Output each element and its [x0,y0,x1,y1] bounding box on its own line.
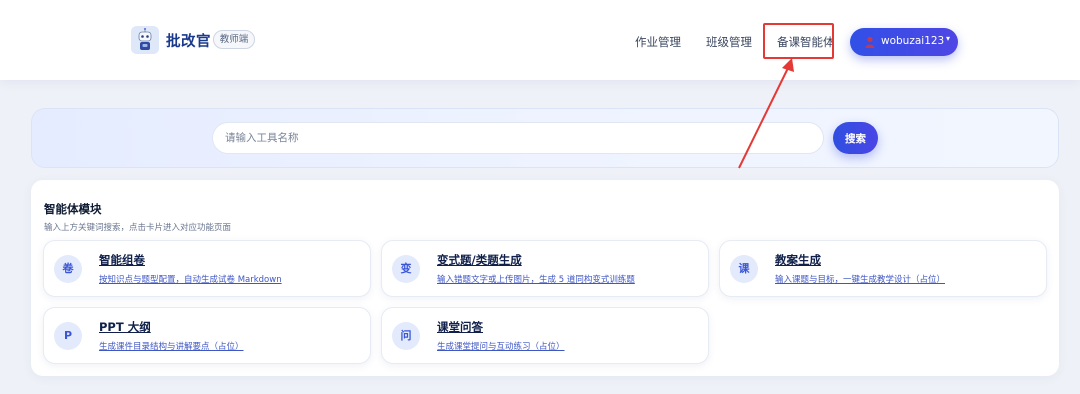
card-description: 输入错题文字或上传图片，生成 5 道同构变式训练题 [437,275,635,285]
chevron-down-icon: ▾ [946,34,951,43]
robot-logo-icon[interactable] [131,26,159,54]
brand-name: 批改官 [166,34,211,50]
user-name: wobuzai123 [881,35,945,47]
user-menu-button[interactable]: wobuzai123 ▾ [850,28,958,56]
card-title[interactable]: PPT 大纲 [99,319,151,335]
variant-icon: 变 [392,255,420,283]
module-card-ppt-outline[interactable]: P PPT 大纲 生成课件目录结构与讲解要点（占位） [43,307,371,364]
paper-icon: 卷 [54,255,82,283]
role-badge: 教师端 [213,30,255,49]
nav-homework-management[interactable]: 作业管理 [635,34,681,50]
card-description: 输入课题与目标，一键生成教学设计（占位） [775,275,946,285]
module-card-lesson-plan[interactable]: 课 教案生成 输入课题与目标，一键生成教学设计（占位） [719,240,1047,297]
modules-subtitle: 输入上方关键词搜索，点击卡片进入对应功能页面 [44,223,232,233]
question-icon: 问 [392,322,420,350]
card-description: 按知识点与题型配置，自动生成试卷 Markdown [99,275,282,285]
card-description: 生成课堂提问与互动练习（占位） [437,342,565,352]
card-title[interactable]: 教案生成 [775,252,821,268]
highlight-annotation-box [763,23,834,59]
user-avatar-icon [865,36,875,48]
card-title[interactable]: 智能组卷 [99,252,145,268]
card-title[interactable]: 课堂问答 [437,319,483,335]
tool-search-input[interactable] [212,122,824,154]
lesson-icon: 课 [730,255,758,283]
modules-title: 智能体模块 [44,202,102,216]
nav-class-management[interactable]: 班级管理 [706,34,752,50]
ppt-icon: P [54,322,82,350]
module-card-variant-questions[interactable]: 变 变式题/类题生成 输入错题文字或上传图片，生成 5 道同构变式训练题 [381,240,709,297]
card-description: 生成课件目录结构与讲解要点（占位） [99,342,244,352]
module-card-classroom-qa[interactable]: 问 课堂问答 生成课堂提问与互动练习（占位） [381,307,709,364]
card-title[interactable]: 变式题/类题生成 [437,252,522,268]
search-button[interactable]: 搜索 [833,122,878,154]
module-card-smart-paper[interactable]: 卷 智能组卷 按知识点与题型配置，自动生成试卷 Markdown [43,240,371,297]
